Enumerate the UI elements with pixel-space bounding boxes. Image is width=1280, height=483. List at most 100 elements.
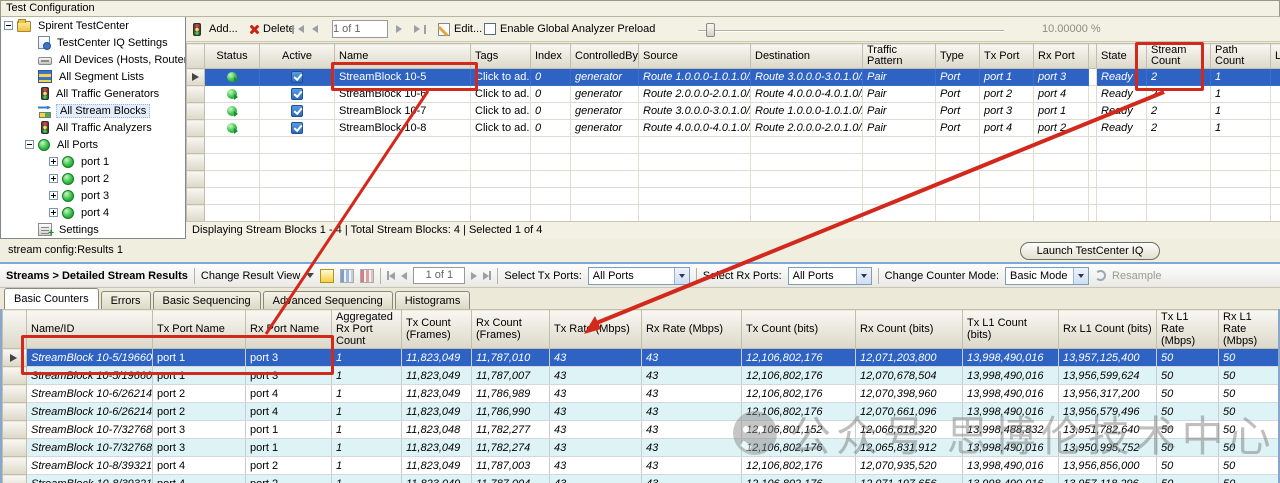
col-destination[interactable]: Destination [751,44,863,69]
resample-button[interactable]: Resample [1112,270,1162,282]
next-page-button[interactable] [396,20,402,38]
cell-tags[interactable]: Click to ad... [471,86,531,103]
col-state[interactable]: State [1097,44,1147,69]
tree-item-all-segment-lists[interactable]: All Segment Lists [1,68,185,85]
collapse-icon[interactable] [25,140,34,149]
row-selector[interactable] [3,421,27,439]
active-checkbox[interactable] [291,88,303,100]
tx-ports-select[interactable]: All Ports [588,267,690,285]
cell-tags[interactable]: Click to ad... [471,103,531,120]
chart-view-alt-icon[interactable] [360,269,374,283]
stream-block-row[interactable]: StreamBlock 10-6 Click to ad... 0 genera… [187,86,1280,103]
load-slider-thumb[interactable] [706,23,715,37]
new-result-view-icon[interactable] [320,269,334,283]
tree-item-all-devices[interactable]: All Devices (Hosts, Routers, ... [1,51,185,68]
col-tx-count-bits[interactable]: Tx Count (bits) [742,310,856,349]
col-aggregated-rx-port-count[interactable]: Aggregated Rx Port Count [332,310,402,349]
results-last-page-button[interactable] [483,271,491,280]
col-type[interactable]: Type [936,44,980,69]
stream-result-row[interactable]: StreamBlock 10-7/327681 port 3 port 1 1 … [3,439,1279,457]
tab-basic-sequencing[interactable]: Basic Sequencing [153,291,261,309]
row-selector[interactable] [187,69,205,86]
tree-item-all-traffic-analyzers[interactable]: All Traffic Analyzers [1,119,185,136]
cell-tags[interactable]: Click to ad... [471,120,531,137]
stream-result-row[interactable]: StreamBlock 10-7/327680 port 3 port 1 1 … [3,421,1279,439]
col-name[interactable]: Name [335,44,471,69]
stream-block-row[interactable]: StreamBlock 10-8 Click to ad... 0 genera… [187,120,1280,137]
results-prev-page-button[interactable] [401,272,407,280]
expand-icon[interactable] [49,157,58,166]
active-checkbox[interactable] [291,122,303,134]
tree-item-port-2[interactable]: port 2 [1,170,185,187]
row-selector[interactable] [3,475,27,483]
change-result-view-dropdown[interactable]: Change Result View [201,270,300,282]
col-name-id[interactable]: Name/ID [27,310,153,349]
tab-errors[interactable]: Errors [101,291,151,309]
row-selector[interactable] [3,385,27,403]
chart-view-icon[interactable] [340,269,354,283]
col-traffic-pattern[interactable]: Traffic Pattern [863,44,936,69]
col-rx-count-bits[interactable]: Rx Count (bits) [856,310,963,349]
row-selector[interactable] [3,457,27,475]
col-status[interactable]: Status [205,44,260,69]
col-controlledby[interactable]: ControlledBy [571,44,639,69]
results-next-page-button[interactable] [471,272,477,280]
col-path-count[interactable]: Path Count [1211,44,1271,69]
launch-testcenter-iq-button[interactable]: Launch TestCenter IQ [1020,242,1160,260]
col-tx-count-frames[interactable]: Tx Count (Frames) [402,310,472,349]
preload-checkbox[interactable] [484,23,496,35]
stream-block-row[interactable]: StreamBlock 10-7 Click to ad... 0 genera… [187,103,1280,120]
col-tx-port-name[interactable]: Tx Port Name [153,310,246,349]
row-selector[interactable] [187,120,205,137]
stream-result-row[interactable]: StreamBlock 10-8/393217 port 4 port 2 1 … [3,475,1279,483]
tab-advanced-sequencing[interactable]: Advanced Sequencing [263,291,393,309]
tree-item-spirent-testcenter[interactable]: Spirent TestCenter [1,17,185,34]
col-rx-rate[interactable]: Rx Rate (Mbps) [642,310,742,349]
stream-result-row[interactable]: StreamBlock 10-8/393216 port 4 port 2 1 … [3,457,1279,475]
col-tx-port[interactable]: Tx Port [980,44,1034,69]
row-selector[interactable] [187,103,205,120]
chevron-down-icon[interactable] [674,268,689,284]
rx-ports-select[interactable]: All Ports [788,267,872,285]
col-rx-port-name[interactable]: Rx Port Name [246,310,332,349]
prev-page-button[interactable] [312,20,318,38]
stream-result-row[interactable]: StreamBlock 10-5/196608 port 1 port 3 1 … [3,349,1279,367]
edit-button[interactable]: Edit... [438,20,482,38]
tree-item-settings[interactable]: Settings [1,221,185,238]
chevron-down-icon[interactable] [306,273,314,282]
tree-item-iq-settings[interactable]: TestCenter IQ Settings [1,34,185,51]
tree-item-all-stream-blocks[interactable]: All Stream Blocks [1,102,185,119]
col-rx-l1-rate[interactable]: Rx L1 Rate (Mbps) [1219,310,1279,349]
chevron-down-icon[interactable] [856,268,871,284]
col-tags[interactable]: Tags [471,44,531,69]
tree-item-all-ports[interactable]: All Ports [1,136,185,153]
stream-result-row[interactable]: StreamBlock 10-6/262144 port 2 port 4 1 … [3,385,1279,403]
row-selector[interactable] [3,349,27,367]
first-page-button[interactable] [292,20,304,38]
row-selector[interactable] [3,367,27,385]
last-page-button[interactable] [414,20,426,38]
col-rx-port[interactable]: Rx Port [1034,44,1089,69]
active-checkbox[interactable] [291,105,303,117]
add-button[interactable]: Add... [190,20,238,38]
row-selector[interactable] [3,403,27,421]
tree-item-port-3[interactable]: port 3 [1,187,185,204]
row-selector[interactable] [187,86,205,103]
delete-button[interactable]: Delete [248,20,295,38]
stream-block-row[interactable]: StreamBlock 10-5 Click to ad... 0 genera… [187,69,1280,86]
cell-tags[interactable]: Click to ad... [471,69,531,86]
col-tx-rate[interactable]: Tx Rate (Mbps) [550,310,642,349]
tab-basic-counters[interactable]: Basic Counters [4,288,99,309]
expand-icon[interactable] [49,174,58,183]
tree-item-port-4[interactable]: port 4 [1,204,185,221]
tab-histograms[interactable]: Histograms [395,291,471,309]
active-checkbox[interactable] [291,71,303,83]
col-clipped[interactable]: L [1271,44,1280,69]
stream-result-row[interactable]: StreamBlock 10-6/262145 port 2 port 4 1 … [3,403,1279,421]
col-rx-l1-count[interactable]: Rx L1 Count (bits) [1059,310,1157,349]
row-selector[interactable] [3,439,27,457]
chevron-down-icon[interactable] [1073,268,1088,284]
tree-item-all-traffic-generators[interactable]: All Traffic Generators [1,85,185,102]
col-source[interactable]: Source [639,44,751,69]
results-first-page-button[interactable] [387,271,395,280]
